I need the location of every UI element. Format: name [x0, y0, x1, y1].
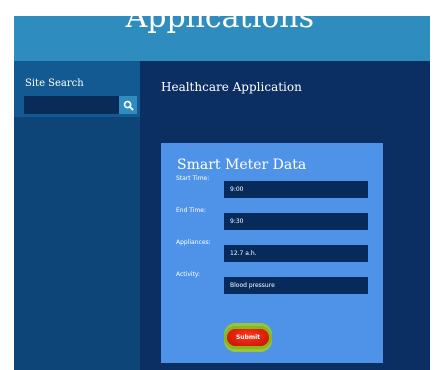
- sidebar: Site Search: [14, 61, 140, 370]
- activity-field[interactable]: [224, 277, 368, 294]
- main-content: Healthcare Application Smart Meter Data …: [140, 61, 430, 370]
- app-window: Applications Site Search Healthcare Appl…: [14, 16, 430, 370]
- end-time-label: End Time:: [176, 207, 207, 214]
- appliances-field[interactable]: [224, 245, 368, 262]
- form-title: Smart Meter Data: [177, 157, 307, 173]
- end-time-field[interactable]: [224, 213, 368, 230]
- site-search-button[interactable]: [119, 96, 137, 114]
- site-search-label: Site Search: [25, 78, 84, 89]
- search-icon: [123, 100, 134, 111]
- submit-button[interactable]: Submit: [224, 326, 272, 349]
- smart-meter-form: Smart Meter Data Start Time: End Time: A…: [161, 143, 383, 363]
- header-bar: Applications: [14, 16, 430, 61]
- start-time-field[interactable]: [224, 181, 368, 198]
- page-title: Applications: [125, 16, 314, 35]
- section-heading: Healthcare Application: [161, 80, 302, 94]
- site-search-input[interactable]: [24, 96, 119, 114]
- site-search-panel: Site Search: [14, 61, 140, 117]
- appliances-label: Appliances:: [176, 239, 211, 246]
- activity-label: Activity:: [176, 271, 201, 278]
- start-time-label: Start Time:: [176, 175, 210, 182]
